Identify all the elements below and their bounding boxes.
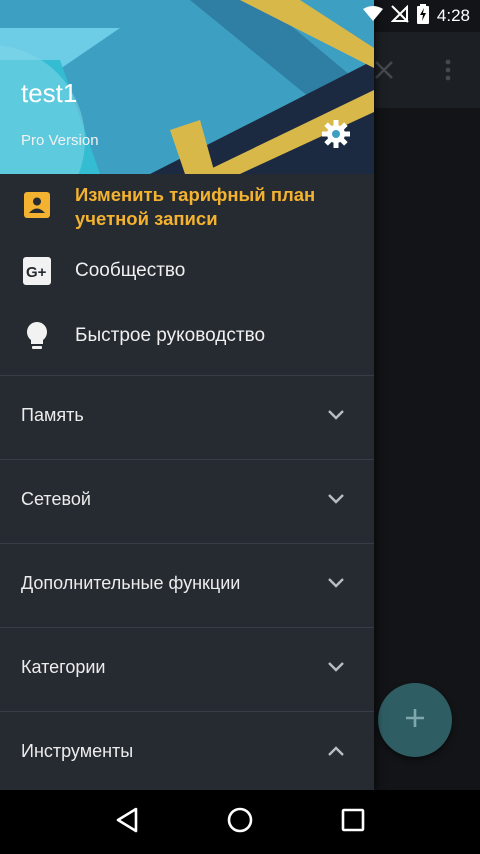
section-label: Память	[21, 405, 84, 425]
google-plus-icon: G+	[22, 256, 52, 286]
account-box-icon	[22, 190, 52, 220]
pro-version-label: Pro Version	[21, 132, 99, 149]
back-icon	[115, 807, 139, 838]
chevron-down-icon	[324, 571, 348, 595]
status-time: 4:28	[436, 6, 470, 25]
section-label: Сетевой	[21, 489, 91, 509]
upgrade-plan-item[interactable]: Изменить тарифный план учетной записи	[0, 174, 374, 238]
section-categories[interactable]: Категории	[0, 628, 374, 711]
community-item[interactable]: G+ Сообщество	[0, 238, 374, 304]
navigation-drawer: test1 Pro Version Изменить тарифный план…	[0, 0, 374, 790]
section-label: Дополнительные функции	[21, 573, 241, 593]
wifi-icon	[362, 5, 383, 27]
quick-guide-label: Быстрое руководство	[75, 325, 266, 346]
home-button[interactable]	[220, 802, 260, 842]
recents-icon	[341, 808, 365, 837]
recents-button[interactable]	[333, 802, 373, 842]
more-vert-icon[interactable]	[430, 52, 466, 88]
upgrade-plan-label: Изменить тарифный план учетной записи	[75, 184, 316, 229]
chevron-down-icon	[324, 487, 348, 511]
add-fab-button[interactable]	[378, 683, 452, 757]
chevron-down-icon	[324, 403, 348, 427]
section-memory[interactable]: Память	[0, 376, 374, 459]
svg-text:G+: G+	[26, 264, 47, 281]
back-button[interactable]	[107, 802, 147, 842]
plus-icon	[404, 707, 426, 734]
section-label: Инструменты	[21, 741, 134, 761]
system-nav-bar	[0, 790, 480, 854]
section-network[interactable]: Сетевой	[0, 460, 374, 543]
section-tools[interactable]: Инструменты	[0, 712, 374, 790]
section-extra-features[interactable]: Дополнительные функции	[0, 544, 374, 627]
home-icon	[226, 806, 254, 839]
community-label: Сообщество	[75, 260, 186, 281]
section-label: Категории	[21, 657, 106, 677]
no-signal-icon	[390, 4, 409, 28]
quick-guide-item[interactable]: Быстрое руководство	[0, 304, 374, 374]
battery-charging-icon	[416, 3, 429, 29]
chevron-down-icon	[324, 655, 348, 679]
lightbulb-icon	[22, 321, 52, 351]
gear-icon	[321, 119, 351, 154]
status-bar: 4:28	[0, 0, 480, 32]
settings-button[interactable]	[318, 118, 354, 154]
username: test1	[21, 78, 78, 108]
chevron-up-icon	[324, 739, 348, 763]
